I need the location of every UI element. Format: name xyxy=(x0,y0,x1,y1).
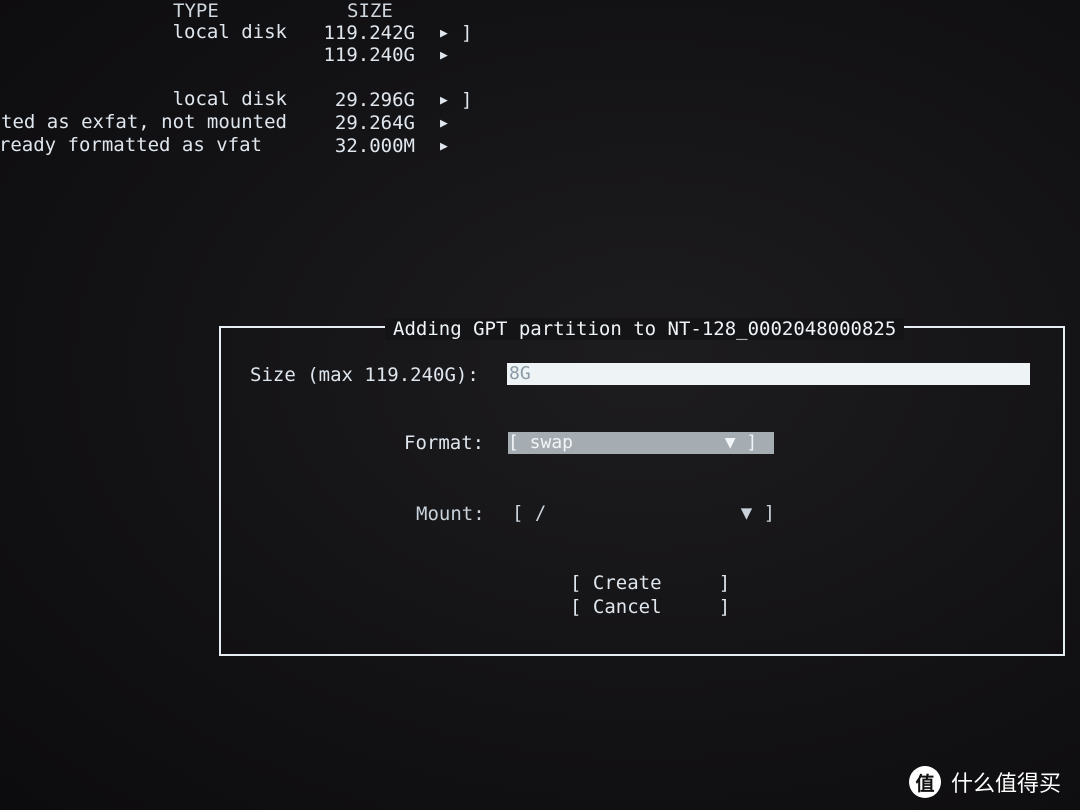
mount-label: Mount: xyxy=(416,503,485,525)
expand-arrow-icon[interactable]: ▶ xyxy=(440,113,448,135)
row-size: 29.296G xyxy=(334,89,415,111)
column-header-type: TYPE xyxy=(173,0,219,22)
watermark-logo: 值 xyxy=(909,766,941,798)
cancel-button[interactable]: [ Cancel ] xyxy=(570,596,730,618)
create-button[interactable]: [ Create ] xyxy=(570,572,730,594)
dialog-title: Adding GPT partition to NT-128_000204800… xyxy=(385,318,905,340)
mount-select[interactable]: [ / ▼ ] xyxy=(512,502,775,524)
row-type: ted as exfat, not mounted xyxy=(1,111,287,133)
row-bracket: ] xyxy=(461,22,473,44)
expand-arrow-icon[interactable]: ▶ xyxy=(440,136,448,158)
watermark: 值 什么值得买 xyxy=(909,766,1061,798)
expand-arrow-icon[interactable]: ▶ xyxy=(440,23,448,45)
row-type: local disk xyxy=(172,88,287,110)
row-size: 32.000M xyxy=(334,135,415,157)
row-type: local disk xyxy=(172,21,287,43)
row-bracket: ] xyxy=(461,89,473,111)
row-size: 119.240G xyxy=(323,44,415,66)
watermark-text: 什么值得买 xyxy=(951,772,1062,797)
row-type: ready formatted as vfat xyxy=(0,134,262,156)
format-label: Format: xyxy=(404,432,485,454)
row-size: 119.242G xyxy=(323,22,415,44)
expand-arrow-icon[interactable]: ▶ xyxy=(440,90,448,112)
size-input[interactable]: 8G xyxy=(507,363,1030,385)
expand-arrow-icon[interactable]: ▶ xyxy=(440,45,448,67)
column-header-size: SIZE xyxy=(347,0,393,22)
size-label: Size (max 119.240G): xyxy=(250,364,479,386)
format-select[interactable]: [ swap ▼ ] xyxy=(508,432,774,454)
row-size: 29.264G xyxy=(334,112,415,134)
